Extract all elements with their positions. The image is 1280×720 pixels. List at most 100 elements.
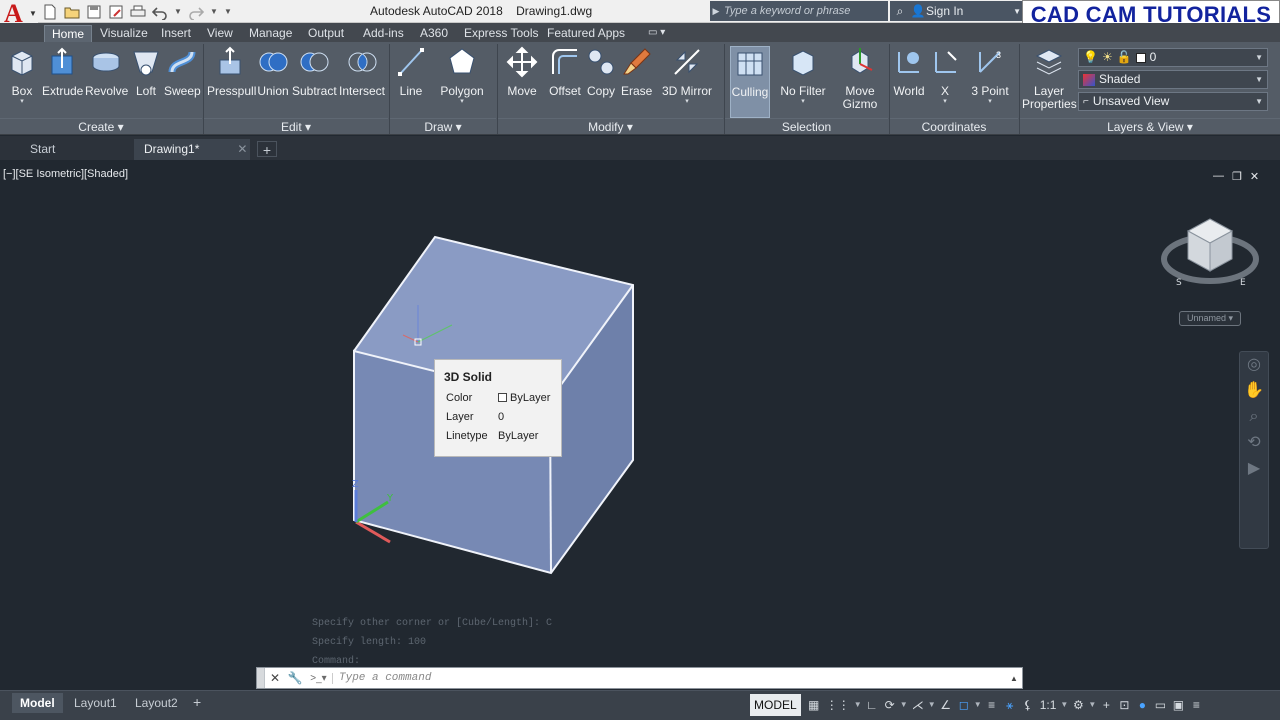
sign-in-label[interactable]: Sign In (926, 4, 963, 18)
culling-toggle[interactable]: Culling (730, 46, 770, 118)
recent-commands-icon[interactable]: >_▾ (305, 672, 333, 684)
sun-icon[interactable]: ☀ (1102, 49, 1113, 66)
lineweight-icon[interactable]: ≡ (983, 694, 1001, 716)
file-tab-start[interactable]: Start (20, 139, 65, 160)
grid-icon[interactable]: ▦ (805, 694, 823, 716)
new-tab-button[interactable]: + (257, 141, 277, 158)
clean-screen-icon[interactable]: ▣ (1169, 694, 1187, 716)
panel-edit-title[interactable]: Edit ▾ (204, 118, 388, 135)
chevron-down-icon[interactable]: ▼ (927, 694, 937, 716)
viewcube-icon[interactable]: S E (1160, 211, 1260, 301)
chevron-down-icon[interactable]: ▼ (1255, 71, 1263, 88)
tab-add-ins[interactable]: Add-ins (356, 25, 411, 42)
command-input[interactable] (333, 672, 1006, 684)
tab-a360[interactable]: A360 (413, 25, 455, 42)
chevron-up-icon[interactable]: ▲ (1006, 674, 1022, 683)
close-icon[interactable]: ✕ (265, 671, 285, 685)
sign-in-area[interactable]: ⌕ 👤 Sign In ▼ (890, 1, 1025, 21)
chevron-down-icon[interactable]: ▼ (1013, 7, 1021, 16)
wrench-icon[interactable]: 🔧 (285, 671, 305, 685)
annotation-scale[interactable]: 1:1 (1037, 694, 1060, 716)
tab-featured-apps[interactable]: Featured Apps (540, 25, 632, 42)
intersect-button[interactable]: Intersect (339, 46, 385, 116)
zoom-icon[interactable]: ⌕ (1240, 404, 1268, 430)
showmotion-icon[interactable]: ▶ (1240, 456, 1268, 482)
drag-handle[interactable] (257, 668, 265, 688)
tab-view[interactable]: View (200, 25, 240, 42)
pan-icon[interactable]: ✋ (1240, 378, 1268, 404)
chevron-down-icon[interactable]: ▼ (973, 694, 983, 716)
chevron-down-icon[interactable]: ▼ (899, 694, 909, 716)
panel-create-title[interactable]: Create ▾ (0, 118, 202, 135)
undo-icon[interactable] (151, 4, 168, 21)
tab-layout1[interactable]: Layout1 (66, 693, 125, 713)
erase-button[interactable]: Erase (621, 46, 652, 116)
expand-arrow-icon[interactable]: ▶ (710, 6, 722, 17)
layer-properties-button[interactable]: Layer Properties (1022, 46, 1077, 116)
hardware-acceleration-icon[interactable]: ● (1133, 694, 1151, 716)
file-tab-drawing1[interactable]: Drawing1* ✕ (134, 139, 250, 160)
plot-icon[interactable] (130, 4, 146, 20)
new-layout-button[interactable]: + (193, 694, 201, 710)
steering-wheel-icon[interactable]: ◎ (1240, 352, 1268, 378)
save-icon[interactable] (86, 4, 102, 20)
drawing-viewport[interactable]: [−][SE Isometric][Shaded] — ❐ ✕ Z Y S E … (0, 161, 1280, 690)
new-file-icon[interactable] (42, 4, 58, 20)
move-button[interactable]: Move (505, 46, 539, 116)
copy-button[interactable]: Copy (585, 46, 617, 116)
ucs-world-button[interactable]: World (892, 46, 926, 116)
tab-visualize[interactable]: Visualize (93, 25, 155, 42)
units-icon[interactable]: ⊡ (1115, 694, 1133, 716)
annotation-visibility-icon[interactable]: ⚹ (1001, 694, 1019, 716)
tab-insert[interactable]: Insert (154, 25, 198, 42)
ribbon-display-toggle-icon[interactable]: ▭ ▾ (648, 27, 665, 38)
customization-icon[interactable]: ≡ (1187, 694, 1205, 716)
polygon-button[interactable]: Polygon ▾ (440, 46, 484, 116)
panel-selection-title[interactable]: Selection (725, 118, 888, 135)
chevron-down-icon[interactable]: ▼ (1059, 694, 1069, 716)
ucs-x-button[interactable]: X ▾ (930, 46, 960, 116)
ucs-3-point-button[interactable]: 3 3 Point ▾ (968, 46, 1012, 116)
save-as-icon[interactable] (108, 4, 124, 20)
chevron-down-icon[interactable]: ▼ (1087, 694, 1097, 716)
subtract-button[interactable]: Subtract (292, 46, 337, 116)
tab-layout2[interactable]: Layout2 (127, 693, 186, 713)
close-tab-icon[interactable]: ✕ (237, 142, 247, 156)
no-filter-button[interactable]: No Filter ▾ (779, 46, 827, 116)
visual-style-dropdown[interactable]: Shaded ▼ (1078, 70, 1268, 89)
union-button[interactable]: Union (256, 46, 290, 116)
chevron-down-icon[interactable]: ▼ (1255, 93, 1263, 110)
revolve-button[interactable]: Revolve (85, 46, 128, 116)
ortho-icon[interactable]: ∟ (863, 694, 881, 716)
tab-manage[interactable]: Manage (242, 25, 299, 42)
layer-dropdown[interactable]: 💡 ☀ 🔓 0 ▼ (1078, 48, 1268, 67)
workspace-gear-icon[interactable]: ⚙ (1069, 694, 1087, 716)
panel-modify-title[interactable]: Modify ▾ (498, 118, 723, 135)
tab-home[interactable]: Home (44, 25, 93, 42)
object-snap-tracking-icon[interactable]: ∠ (937, 694, 955, 716)
box-button[interactable]: Box ▾ (6, 46, 38, 116)
3d-mirror-button[interactable]: 3D Mirror ▾ (662, 46, 712, 116)
chevron-down-icon[interactable]: ▼ (853, 694, 863, 716)
annotation-monitor-icon[interactable]: + (1097, 694, 1115, 716)
lightbulb-icon[interactable]: 💡 (1083, 49, 1098, 66)
presspull-button[interactable]: Presspull (207, 46, 256, 116)
ucs-menu[interactable]: Unnamed ▾ (1179, 311, 1241, 326)
tab-express-tools[interactable]: Express Tools (457, 25, 545, 42)
customize-qat-icon[interactable]: ▼ (224, 7, 232, 16)
polar-tracking-icon[interactable]: ⟳ (881, 694, 899, 716)
panel-draw-title[interactable]: Draw ▾ (390, 118, 496, 135)
named-view-dropdown[interactable]: ⌐ Unsaved View ▼ (1078, 92, 1268, 111)
extrude-button[interactable]: Extrude (42, 46, 83, 116)
binoculars-icon[interactable]: ⌕ (890, 4, 910, 19)
line-button[interactable]: Line (394, 46, 428, 116)
open-file-icon[interactable] (64, 4, 80, 20)
loft-button[interactable]: Loft (130, 46, 162, 116)
undo-dropdown-icon[interactable]: ▼ (174, 7, 182, 16)
orbit-icon[interactable]: ⟲ (1240, 430, 1268, 456)
auto-scale-icon[interactable]: ⚸ (1019, 694, 1037, 716)
object-snap-icon[interactable]: ◻ (955, 694, 973, 716)
model-space-canvas[interactable]: Z Y (0, 161, 1280, 690)
sweep-button[interactable]: Sweep (164, 46, 201, 116)
search-input[interactable] (722, 2, 888, 20)
